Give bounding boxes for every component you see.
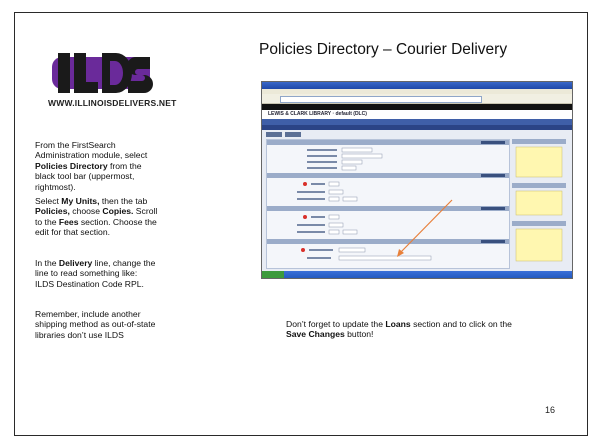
instruction-step-4: Remember, include another shipping metho…: [35, 309, 159, 340]
windows-taskbar: [262, 271, 572, 278]
ilds-logo: WWW.ILLINOISDELIVERS.NET: [48, 51, 177, 111]
caption-text-a: Don’t forget to update the: [286, 319, 386, 329]
instruction-step-2: Select My Units, then the tab Policies, …: [35, 196, 159, 238]
instruction-step-1: From the FirstSearch Administration modu…: [35, 140, 159, 192]
step2-text-c: then the tab: [99, 196, 148, 206]
caption-loans: Loans: [385, 319, 411, 329]
step1-policies-directory: Policies Directory: [35, 160, 108, 171]
screenshot-policies-directory: LEWIS & CLARK LIBRARY · default (DLC): [261, 81, 573, 279]
step4-text: Remember, include another shipping metho…: [35, 309, 156, 340]
step2-my-units: My Units,: [61, 196, 100, 206]
step3-delivery: Delivery: [58, 258, 93, 268]
caption-text-e: button!: [344, 329, 374, 340]
instruction-step-3: In the Delivery line, change the line to…: [35, 258, 159, 289]
start-button: [262, 271, 284, 278]
step1-text-a: From the FirstSearch Administration modu…: [35, 140, 148, 161]
caption-save-changes: Save Changes: [286, 329, 345, 340]
step3-destination-code: ILDS Destination Code RPL.: [35, 278, 144, 289]
step2-text-a: Select: [35, 196, 62, 206]
logo-url: WWW.ILLINOISDELIVERS.NET: [48, 98, 177, 108]
caption-text-c: section and to click on the: [410, 319, 512, 329]
slide-title: Policies Directory – Courier Delivery: [259, 41, 508, 58]
save-reminder: Don’t forget to update the Loans section…: [286, 319, 526, 340]
ilds-logo-graphic: [52, 53, 153, 93]
step3-text-a: In the: [35, 258, 59, 268]
page-number: 16: [545, 405, 556, 415]
step2-copies: Copies.: [102, 206, 134, 217]
step2-fees: Fees: [58, 216, 79, 227]
slide: WWW.ILLINOISDELIVERS.NET From the FirstS…: [14, 12, 588, 436]
step2-text-e: choose: [69, 206, 103, 217]
delivery-arrow: [397, 199, 453, 257]
step2-policies: Policies,: [35, 206, 70, 217]
